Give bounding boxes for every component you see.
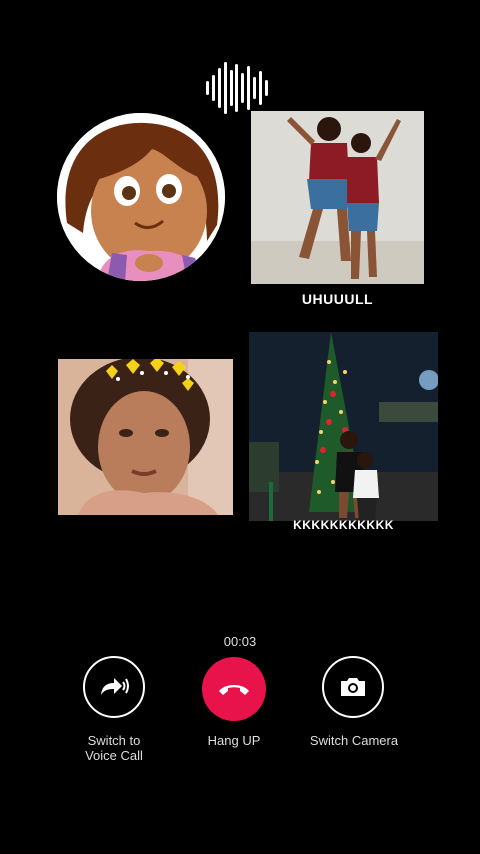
participant-video-3 [249, 332, 438, 521]
hang-up-label: Hang UP [207, 733, 261, 748]
voice-label-line2: Voice Call [85, 748, 143, 763]
forward-arrow-sound-icon [101, 678, 129, 695]
phone-hangup-icon [219, 685, 249, 695]
camera-icon [341, 678, 365, 696]
hang-up-button[interactable] [202, 657, 266, 721]
voice-label-line1: Switch to [87, 733, 141, 748]
call-timer: 00:03 [223, 634, 257, 649]
switch-camera-button[interactable] [322, 656, 384, 718]
switch-to-voice-call-button[interactable] [83, 656, 145, 718]
switch-to-voice-call-label: Switch to Voice Call [64, 733, 164, 763]
participant-video-1 [251, 111, 424, 284]
switch-camera-label: Switch Camera [309, 733, 399, 748]
participant-caption-3: KKKKKKKKKKK [293, 518, 394, 532]
sound-wave-icon [206, 60, 268, 116]
caller-avatar [57, 113, 225, 281]
participant-caption-1: UHUUULL [301, 291, 374, 307]
participant-video-2 [58, 359, 233, 515]
